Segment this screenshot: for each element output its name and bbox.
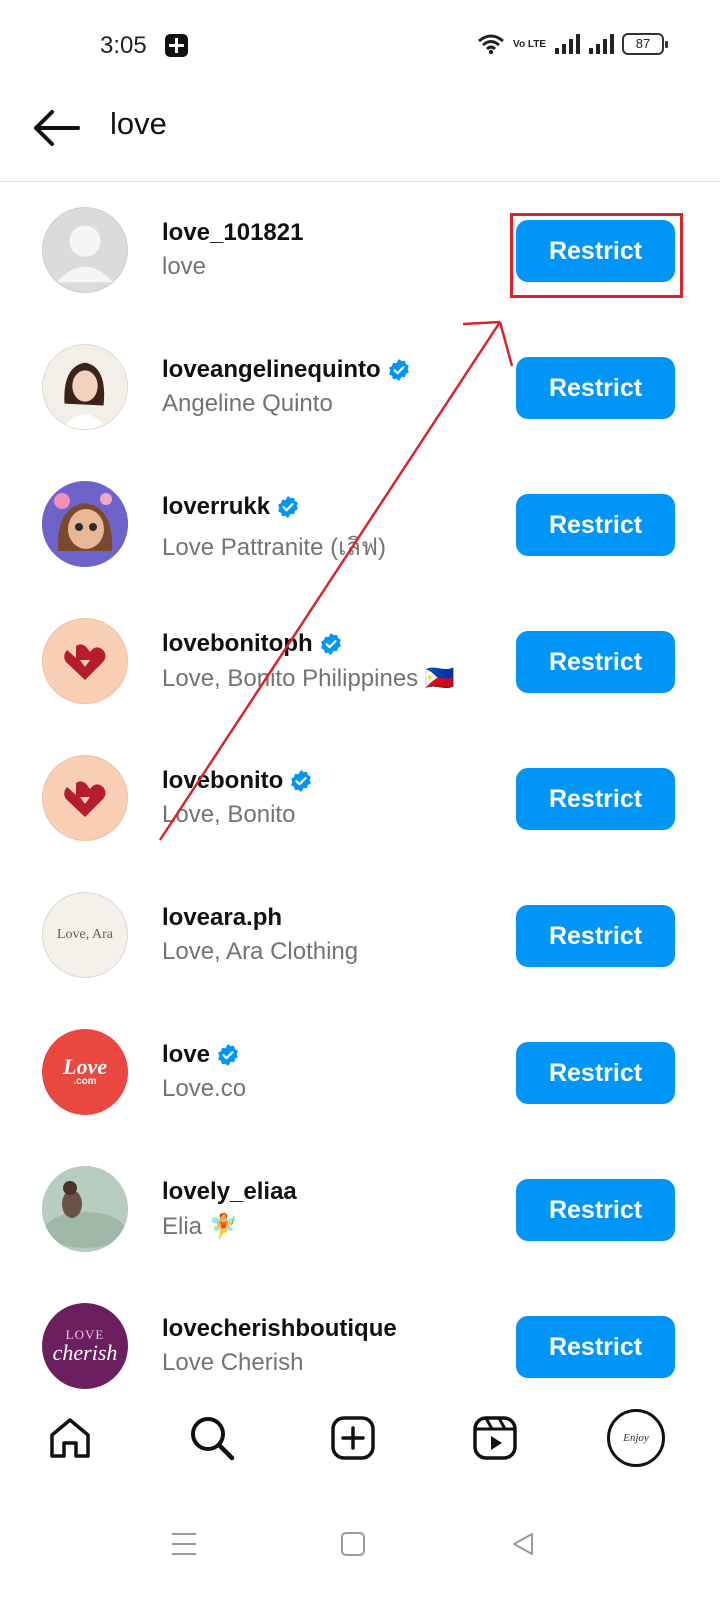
verified-badge-icon — [278, 496, 298, 518]
home-icon[interactable] — [45, 1413, 95, 1463]
avatar-love-com-logo[interactable]: Love .com — [42, 1029, 128, 1115]
full-name: Love, Ara Clothing — [162, 938, 359, 965]
verified-badge-icon — [320, 633, 341, 655]
status-icons: Vo LTE 87 — [477, 33, 668, 55]
search-results-list: love_101821 love Restrict loveangelinequ… — [0, 183, 720, 1393]
avatar-love-ara-logo[interactable]: Love, Ara — [42, 892, 128, 978]
username[interactable]: lovecherishboutique — [162, 1315, 397, 1343]
restrict-button[interactable]: Restrict — [516, 768, 675, 830]
profile-avatar[interactable]: Enjoy — [606, 1408, 666, 1468]
username[interactable]: lovebonitoph — [162, 630, 313, 658]
avatar-logo-text: Love, Ara — [57, 927, 113, 942]
verified-badge-icon — [388, 359, 409, 381]
notification-icon — [165, 34, 188, 57]
result-row[interactable]: loveangelinequinto Angeline Quinto Restr… — [0, 320, 720, 457]
bottom-navigation: Enjoy — [0, 1393, 720, 1488]
result-row[interactable]: loverrukk Love Pattranite (เลิฟ) Restric… — [0, 457, 720, 594]
full-name: Love, Bonito — [162, 801, 296, 828]
avatar-photo-woman[interactable] — [42, 344, 128, 430]
verified-badge-icon — [218, 1044, 238, 1066]
restrict-button[interactable]: Restrict — [516, 1316, 675, 1378]
system-navigation-bar — [0, 1490, 720, 1600]
full-name: Love, Bonito Philippines 🇵🇭 — [162, 665, 455, 692]
home-square-icon[interactable] — [335, 1526, 371, 1562]
username[interactable]: loveara.ph — [162, 904, 282, 932]
full-name: Love Cherish — [162, 1349, 304, 1376]
reels-icon[interactable] — [470, 1413, 520, 1463]
battery-indicator: 87 — [622, 33, 668, 55]
username[interactable]: love_101821 — [162, 219, 303, 247]
result-row[interactable]: LOVE cherish lovecherishboutique Love Ch… — [0, 1279, 720, 1393]
search-query[interactable]: love — [110, 106, 167, 142]
restrict-button[interactable]: Restrict — [516, 905, 675, 967]
avatar-cartoon-girl[interactable] — [42, 481, 128, 567]
create-icon[interactable] — [328, 1413, 378, 1463]
username[interactable]: lovebonito — [162, 767, 283, 795]
signal-icon-2 — [589, 34, 614, 54]
restrict-button[interactable]: Restrict — [516, 1179, 675, 1241]
avatar-logo-text: Love — [63, 1054, 107, 1079]
wifi-icon — [478, 34, 504, 55]
annotation-highlight-box — [510, 213, 683, 298]
restrict-button[interactable]: Restrict — [516, 357, 675, 419]
full-name: love — [162, 253, 207, 280]
signal-icon-1 — [555, 34, 580, 54]
avatar-logo-subtext: .com — [73, 1076, 97, 1087]
result-row[interactable]: Love, Ara loveara.ph Love, Ara Clothing … — [0, 868, 720, 1005]
menu-icon[interactable] — [166, 1526, 202, 1562]
status-time: 3:05 — [100, 32, 147, 59]
avatar-photo-sea[interactable] — [42, 1166, 128, 1252]
restrict-button[interactable]: Restrict — [516, 494, 675, 556]
username[interactable]: loveangelinequinto — [162, 356, 381, 384]
result-row[interactable]: Love .com love Love.co Restrict — [0, 1005, 720, 1142]
result-row[interactable]: lovebonitoph Love, Bonito Philippines 🇵🇭… — [0, 594, 720, 731]
restrict-button[interactable]: Restrict — [516, 631, 675, 693]
result-row[interactable]: lovebonito Love, Bonito Restrict — [0, 731, 720, 868]
username[interactable]: lovely_eliaa — [162, 1178, 297, 1206]
full-name: Love.co — [162, 1075, 247, 1102]
restrict-button[interactable]: Restrict — [516, 1042, 675, 1104]
verified-badge-icon — [291, 770, 312, 792]
full-name: Love Pattranite (เลิฟ) — [162, 534, 386, 561]
back-triangle-icon[interactable] — [505, 1526, 541, 1562]
status-bar: 3:05 Vo LTE 87 — [0, 0, 720, 90]
username[interactable]: loverrukk — [162, 493, 270, 521]
volte-label: Vo LTE — [513, 38, 546, 50]
full-name: Angeline Quinto — [162, 390, 333, 417]
result-row[interactable]: lovely_eliaa Elia 🧚 Restrict — [0, 1142, 720, 1279]
full-name: Elia 🧚 — [162, 1213, 239, 1240]
back-arrow-icon[interactable] — [30, 108, 82, 148]
avatar-logo-subtext: cherish — [52, 1340, 118, 1365]
avatar-bonito-logo[interactable] — [42, 755, 128, 841]
avatar-bonito-logo[interactable] — [42, 618, 128, 704]
default-avatar[interactable] — [42, 207, 128, 293]
search-icon[interactable] — [187, 1413, 237, 1463]
search-header: love — [0, 90, 720, 182]
avatar-love-cherish-logo[interactable]: LOVE cherish — [42, 1303, 128, 1389]
profile-avatar-text: Enjoy — [623, 1432, 649, 1444]
username[interactable]: love — [162, 1041, 210, 1069]
